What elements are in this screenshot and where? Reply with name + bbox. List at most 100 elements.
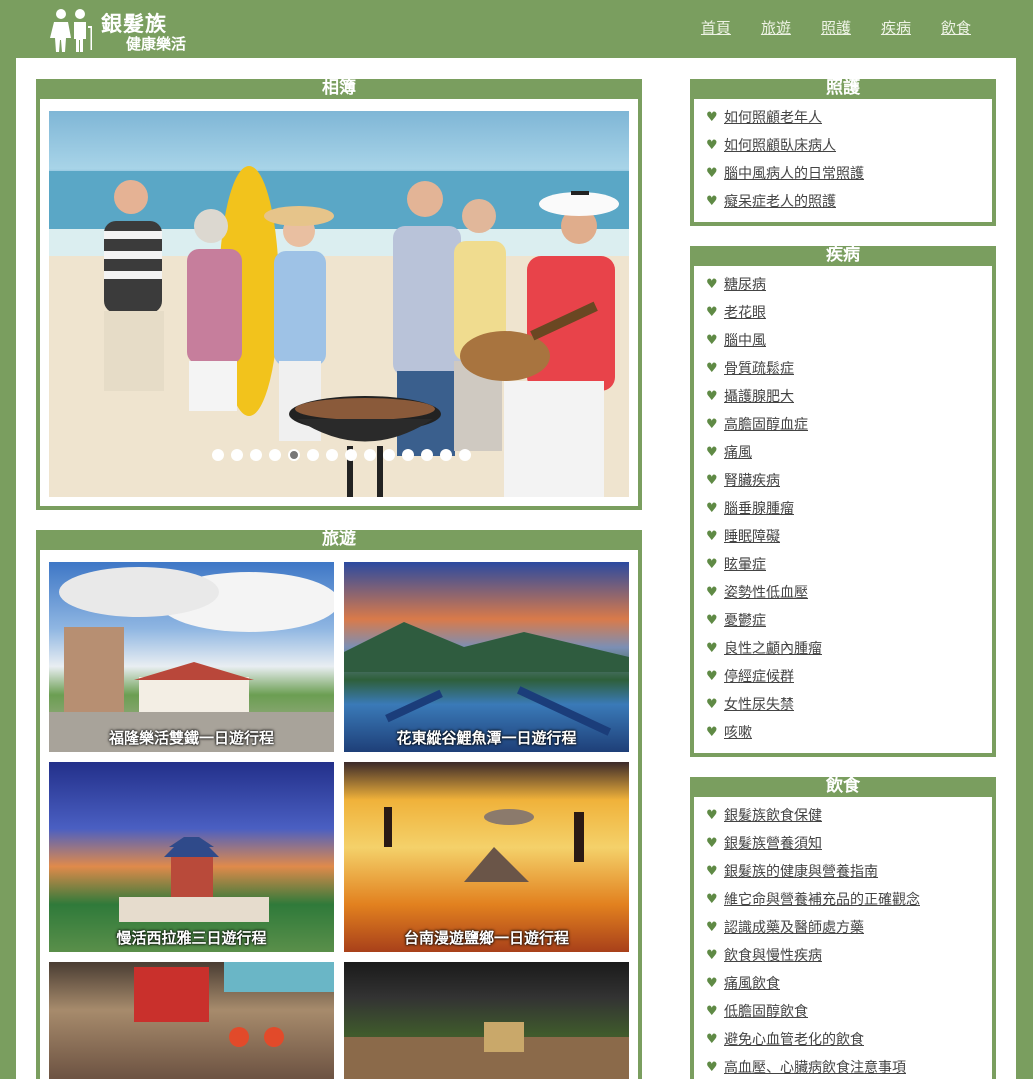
heart-icon: ♥ bbox=[706, 808, 718, 823]
diet-link[interactable]: 認識成藥及醫師處方藥 bbox=[724, 914, 864, 942]
slide-dot[interactable] bbox=[364, 449, 376, 461]
slide-dot[interactable] bbox=[231, 449, 243, 461]
travel-tile-siraya[interactable]: 慢活西拉雅三日遊行程 bbox=[49, 762, 334, 952]
disease-link[interactable]: 腦垂腺腫瘤 bbox=[724, 495, 794, 523]
heart-icon: ♥ bbox=[706, 669, 718, 684]
diet-title: 飲食 bbox=[690, 777, 996, 797]
heart-icon: ♥ bbox=[706, 305, 718, 320]
travel-title: 旅遊 bbox=[36, 530, 642, 550]
travel-photo bbox=[344, 622, 629, 736]
heart-icon: ♥ bbox=[706, 836, 718, 851]
main-content: 相簿 旅遊 福隆樂活雙鐵一日遊行程 花東縱谷鯉魚潭一日遊行程 慢活西拉雅三日遊行… bbox=[16, 58, 1016, 1079]
disease-link[interactable]: 高膽固醇血症 bbox=[724, 411, 808, 439]
disease-link[interactable]: 腎臟疾病 bbox=[724, 467, 780, 495]
list-item: ♥ 低膽固醇飲食 bbox=[706, 998, 992, 1026]
list-item: ♥ 如何照顧臥床病人 bbox=[706, 132, 992, 160]
slide-dot[interactable] bbox=[421, 449, 433, 461]
site-logo[interactable]: 銀髮族 健康樂活 bbox=[48, 6, 198, 54]
diet-link[interactable]: 銀髮族的健康與營養指南 bbox=[724, 858, 878, 886]
slide-dot[interactable] bbox=[402, 449, 414, 461]
list-item: ♥ 維它命與營養補充品的正確觀念 bbox=[706, 886, 992, 914]
care-panel: 照護 ♥ 如何照顧老年人 ♥ 如何照顧臥床病人 ♥ 腦中風病人的日常照護 ♥ 癡呆症老人… bbox=[690, 79, 996, 226]
diet-link[interactable]: 痛風飲食 bbox=[724, 970, 780, 998]
care-list: ♥ 如何照顧老年人 ♥ 如何照顧臥床病人 ♥ 腦中風病人的日常照護 ♥ 癡呆症老人的照護 bbox=[694, 99, 992, 216]
heart-icon: ♥ bbox=[706, 920, 718, 935]
nav-diet[interactable]: 飲食 bbox=[941, 17, 971, 38]
disease-link[interactable]: 睡眠障礙 bbox=[724, 523, 780, 551]
travel-tile-5[interactable] bbox=[49, 962, 334, 1079]
list-item: ♥ 攝護腺肥大 bbox=[706, 383, 992, 411]
disease-link[interactable]: 攝護腺肥大 bbox=[724, 383, 794, 411]
diet-link[interactable]: 維它命與營養補充品的正確觀念 bbox=[724, 886, 920, 914]
list-item: ♥ 高血壓、心臟病飲食注意事項 bbox=[706, 1054, 992, 1079]
disease-link[interactable]: 咳嗽 bbox=[724, 719, 752, 747]
travel-caption: 福隆樂活雙鐵一日遊行程 bbox=[108, 729, 274, 747]
diet-link[interactable]: 銀髮族飲食保健 bbox=[724, 802, 822, 830]
nav-travel[interactable]: 旅遊 bbox=[761, 17, 791, 38]
site-subtitle: 健康樂活 bbox=[126, 35, 187, 53]
slide-dot[interactable] bbox=[345, 449, 357, 461]
travel-photo bbox=[344, 1022, 629, 1079]
nav-home[interactable]: 首頁 bbox=[701, 17, 731, 38]
travel-tile-fulong[interactable]: 福隆樂活雙鐵一日遊行程 bbox=[49, 562, 334, 752]
disease-link[interactable]: 腦中風 bbox=[724, 327, 766, 355]
diet-link[interactable]: 避免心血管老化的飲食 bbox=[724, 1026, 864, 1054]
slide-dot[interactable] bbox=[383, 449, 395, 461]
list-item: ♥ 銀髮族的健康與營養指南 bbox=[706, 858, 992, 886]
disease-link[interactable]: 痛風 bbox=[724, 439, 752, 467]
diet-list: ♥ 銀髮族飲食保健 ♥ 銀髮族營養須知 ♥ 銀髮族的健康與營養指南 ♥ 維它命與營養補充… bbox=[694, 797, 992, 1079]
slide-dot[interactable] bbox=[440, 449, 452, 461]
care-link[interactable]: 如何照顧臥床病人 bbox=[724, 132, 836, 160]
diet-link[interactable]: 銀髮族營養須知 bbox=[724, 830, 822, 858]
travel-tile-6[interactable] bbox=[344, 962, 629, 1079]
disease-link[interactable]: 糖尿病 bbox=[724, 271, 766, 299]
slide-dot[interactable] bbox=[307, 449, 319, 461]
slide-dot[interactable] bbox=[269, 449, 281, 461]
list-item: ♥ 眩暈症 bbox=[706, 551, 992, 579]
album-panel: 相簿 bbox=[36, 79, 642, 510]
diet-link[interactable]: 飲食與慢性疾病 bbox=[724, 942, 822, 970]
disease-link[interactable]: 女性尿失禁 bbox=[724, 691, 794, 719]
heart-icon: ♥ bbox=[706, 166, 718, 181]
heart-icon: ♥ bbox=[706, 194, 718, 209]
list-item: ♥ 避免心血管老化的飲食 bbox=[706, 1026, 992, 1054]
nav-care[interactable]: 照護 bbox=[821, 17, 851, 38]
travel-tile-tainan[interactable]: 台南漫遊鹽鄉一日遊行程 bbox=[344, 762, 629, 952]
heart-icon: ♥ bbox=[706, 725, 718, 740]
travel-photo bbox=[49, 567, 334, 752]
disease-link[interactable]: 老花眼 bbox=[724, 299, 766, 327]
travel-panel: 旅遊 福隆樂活雙鐵一日遊行程 花東縱谷鯉魚潭一日遊行程 慢活西拉雅三日遊行程 台… bbox=[36, 530, 642, 1079]
slide-dot[interactable] bbox=[212, 449, 224, 461]
nav-disease[interactable]: 疾病 bbox=[881, 17, 911, 38]
care-link[interactable]: 腦中風病人的日常照護 bbox=[724, 160, 864, 188]
album-slideshow[interactable] bbox=[49, 111, 629, 497]
disease-link[interactable]: 良性之顱內腫瘤 bbox=[724, 635, 822, 663]
disease-link[interactable]: 骨質疏鬆症 bbox=[724, 355, 794, 383]
list-item: ♥ 痛風飲食 bbox=[706, 970, 992, 998]
heart-icon: ♥ bbox=[706, 1060, 718, 1075]
slide-dot[interactable] bbox=[326, 449, 338, 461]
care-link[interactable]: 癡呆症老人的照護 bbox=[724, 188, 836, 216]
disease-link[interactable]: 停經症候群 bbox=[724, 663, 794, 691]
list-item: ♥ 腎臟疾病 bbox=[706, 467, 992, 495]
heart-icon: ♥ bbox=[706, 361, 718, 376]
heart-icon: ♥ bbox=[706, 1032, 718, 1047]
list-item: ♥ 癡呆症老人的照護 bbox=[706, 188, 992, 216]
slide-dot[interactable] bbox=[459, 449, 471, 461]
disease-link[interactable]: 姿勢性低血壓 bbox=[724, 579, 808, 607]
slide-dot[interactable] bbox=[250, 449, 262, 461]
elderly-couple-icon bbox=[50, 9, 92, 52]
disease-link[interactable]: 眩暈症 bbox=[724, 551, 766, 579]
diet-link[interactable]: 高血壓、心臟病飲食注意事項 bbox=[724, 1054, 906, 1079]
slide-dot-active[interactable] bbox=[288, 449, 300, 461]
list-item: ♥ 良性之顱內腫瘤 bbox=[706, 635, 992, 663]
travel-tile-hualien[interactable]: 花東縱谷鯉魚潭一日遊行程 bbox=[344, 562, 629, 752]
list-item: ♥ 睡眠障礙 bbox=[706, 523, 992, 551]
travel-photo bbox=[134, 962, 334, 1047]
care-link[interactable]: 如何照顧老年人 bbox=[724, 104, 822, 132]
disease-title: 疾病 bbox=[690, 246, 996, 266]
slideshow-dots bbox=[212, 449, 471, 461]
diet-link[interactable]: 低膽固醇飲食 bbox=[724, 998, 808, 1026]
list-item: ♥ 老花眼 bbox=[706, 299, 992, 327]
disease-link[interactable]: 憂鬱症 bbox=[724, 607, 766, 635]
